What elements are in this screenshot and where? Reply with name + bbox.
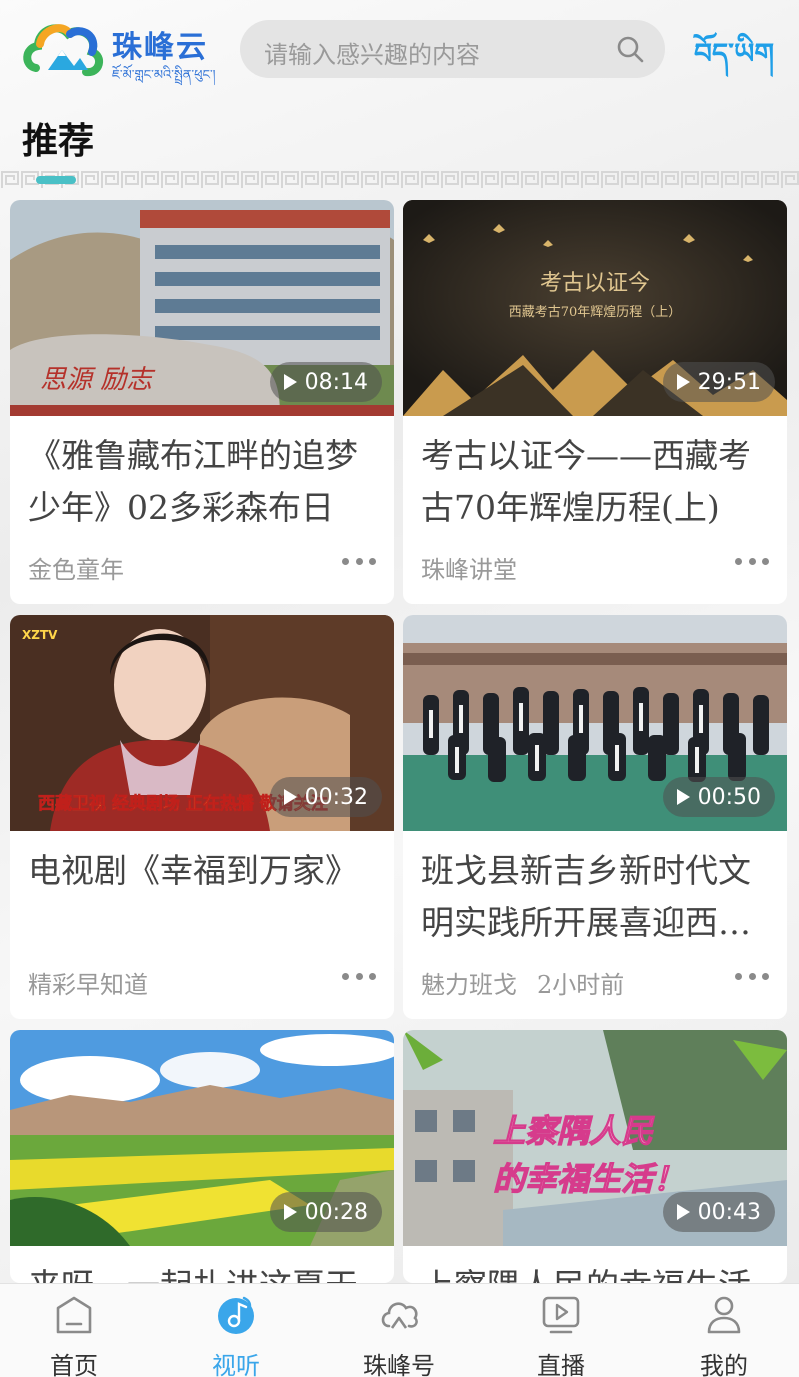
duration-text: 00:43 [697, 1199, 761, 1225]
nav-label: 视听 [212, 1352, 260, 1377]
tab-indicator [36, 176, 76, 184]
more-options-icon[interactable] [342, 558, 376, 568]
duration-badge: 00:28 [269, 1192, 382, 1232]
video-title[interactable]: 班戈县新吉乡新时代文明实践所开展喜迎西… [421, 845, 771, 949]
school-sign-text: 思源 励志 [40, 365, 156, 395]
user-icon [707, 1296, 741, 1334]
video-source: 金色童年 [28, 556, 124, 584]
video-title[interactable]: 来呀，一起扎进这夏天独 [28, 1260, 378, 1283]
cloud-mountain-icon [381, 1302, 418, 1329]
video-title[interactable]: 电视剧《幸福到万家》 [28, 845, 378, 897]
duration-badge: 00:50 [662, 777, 775, 817]
video-source: 珠峰讲堂 [421, 556, 517, 584]
more-options-icon[interactable] [735, 558, 769, 568]
search-icon[interactable] [615, 34, 645, 64]
nav-item-audiovisual[interactable]: 视听 [176, 1284, 296, 1377]
video-title[interactable]: 《雅鲁藏布江畔的追梦少年》02多彩森布日 [28, 430, 378, 534]
search-bar[interactable]: 请输入感兴趣的内容 [240, 20, 665, 78]
play-icon [676, 789, 690, 805]
video-source: 魅力班戈 2小时前 [421, 971, 625, 999]
video-thumbnail[interactable]: 考古以证今 西藏考古70年辉煌历程（上） 29:51 [403, 200, 787, 416]
archaeology-title-text: 考古以证今 [540, 271, 650, 296]
home-icon [56, 1296, 92, 1334]
video-title[interactable]: 考古以证今——西藏考古70年辉煌历程(上) [421, 430, 771, 534]
chayu-banner-line1: 上察隅人民 [493, 1112, 655, 1150]
duration-text: 29:51 [697, 369, 761, 395]
video-thumbnail[interactable]: 上察隅人民 的幸福生活！ 00:43 [403, 1030, 787, 1246]
video-card[interactable]: XZTV 西藏卫视 经典剧场 正在热播 敬请关注 00:32 电视剧《幸福到万家… [10, 615, 394, 1019]
video-card[interactable]: 思源 励志 08:14 《雅鲁藏布江畔的追梦少年》02多彩森布日 金色童年 [10, 200, 394, 604]
more-options-icon[interactable] [735, 973, 769, 983]
nav-label: 直播 [537, 1352, 585, 1377]
play-icon [283, 1204, 297, 1220]
bottom-navigation-bar: 首页 视听 珠峰号 直播 我的 [0, 1283, 799, 1377]
play-icon [676, 1204, 690, 1220]
decorative-pattern-divider [0, 170, 799, 190]
video-thumbnail[interactable]: XZTV 西藏卫视 经典剧场 正在热播 敬请关注 00:32 [10, 615, 394, 831]
brand-tibetan: ཇོ་མོ་གླང་མའི་སྤྲིན་ཕུང་། [112, 68, 216, 83]
duration-text: 00:32 [304, 784, 368, 810]
video-title[interactable]: 上察隅人民的幸福生活 [421, 1260, 771, 1283]
nav-label: 珠峰号 [363, 1352, 435, 1377]
more-options-icon[interactable] [342, 973, 376, 983]
search-input[interactable]: 请输入感兴趣的内容 [264, 35, 480, 70]
app-logo[interactable]: 珠峰云 ཇོ་མོ་གླང་མའི་སྤྲིན་ཕུང་། [22, 14, 222, 86]
video-thumbnail[interactable]: 00:50 [403, 615, 787, 831]
nav-label: 首页 [50, 1352, 98, 1377]
nav-item-live[interactable]: 直播 [501, 1284, 621, 1377]
tv-logo-text: XZTV [22, 628, 58, 642]
section-title: 推荐 [22, 121, 95, 162]
duration-text: 00:50 [697, 784, 761, 810]
play-icon [283, 374, 297, 390]
duration-text: 08:14 [304, 369, 368, 395]
duration-badge: 29:51 [662, 362, 775, 402]
nav-label: 我的 [700, 1352, 748, 1377]
nav-item-home[interactable]: 首页 [14, 1284, 134, 1377]
duration-badge: 00:43 [662, 1192, 775, 1232]
archaeology-subtitle-text: 西藏考古70年辉煌历程（上） [509, 305, 682, 320]
video-thumbnail[interactable]: 00:28 [10, 1030, 394, 1246]
video-time: 2小时前 [537, 971, 625, 999]
play-icon [676, 374, 690, 390]
duration-text: 00:28 [304, 1199, 368, 1225]
play-icon [283, 789, 297, 805]
nav-item-zhufeng-account[interactable]: 珠峰号 [339, 1284, 459, 1377]
duration-badge: 08:14 [269, 362, 382, 402]
nav-item-profile[interactable]: 我的 [664, 1284, 784, 1377]
video-card[interactable]: 00:50 班戈县新吉乡新时代文明实践所开展喜迎西… 魅力班戈 2小时前 [403, 615, 787, 1019]
duration-badge: 00:32 [269, 777, 382, 817]
language-switch-button[interactable]: བོད་ཡིག [694, 22, 774, 101]
chayu-banner-line2: 的幸福生活！ [493, 1160, 685, 1198]
video-card[interactable]: 上察隅人民 的幸福生活！ 00:43 上察隅人民的幸福生活 [403, 1030, 787, 1283]
video-thumbnail[interactable]: 思源 励志 08:14 [10, 200, 394, 416]
video-source: 精彩早知道 [28, 971, 148, 999]
video-card[interactable]: 考古以证今 西藏考古70年辉煌历程（上） 29:51 考古以证今——西藏考古70… [403, 200, 787, 604]
top-header: 珠峰云 ཇོ་མོ་གླང་མའི་སྤྲིན་ཕུང་། 请输入感兴趣的内容 … [0, 0, 799, 100]
music-note-icon [218, 1296, 254, 1334]
logo-cloud-icon [23, 24, 104, 77]
live-tv-icon [542, 1296, 580, 1334]
video-card[interactable]: 00:28 来呀，一起扎进这夏天独 [10, 1030, 394, 1283]
